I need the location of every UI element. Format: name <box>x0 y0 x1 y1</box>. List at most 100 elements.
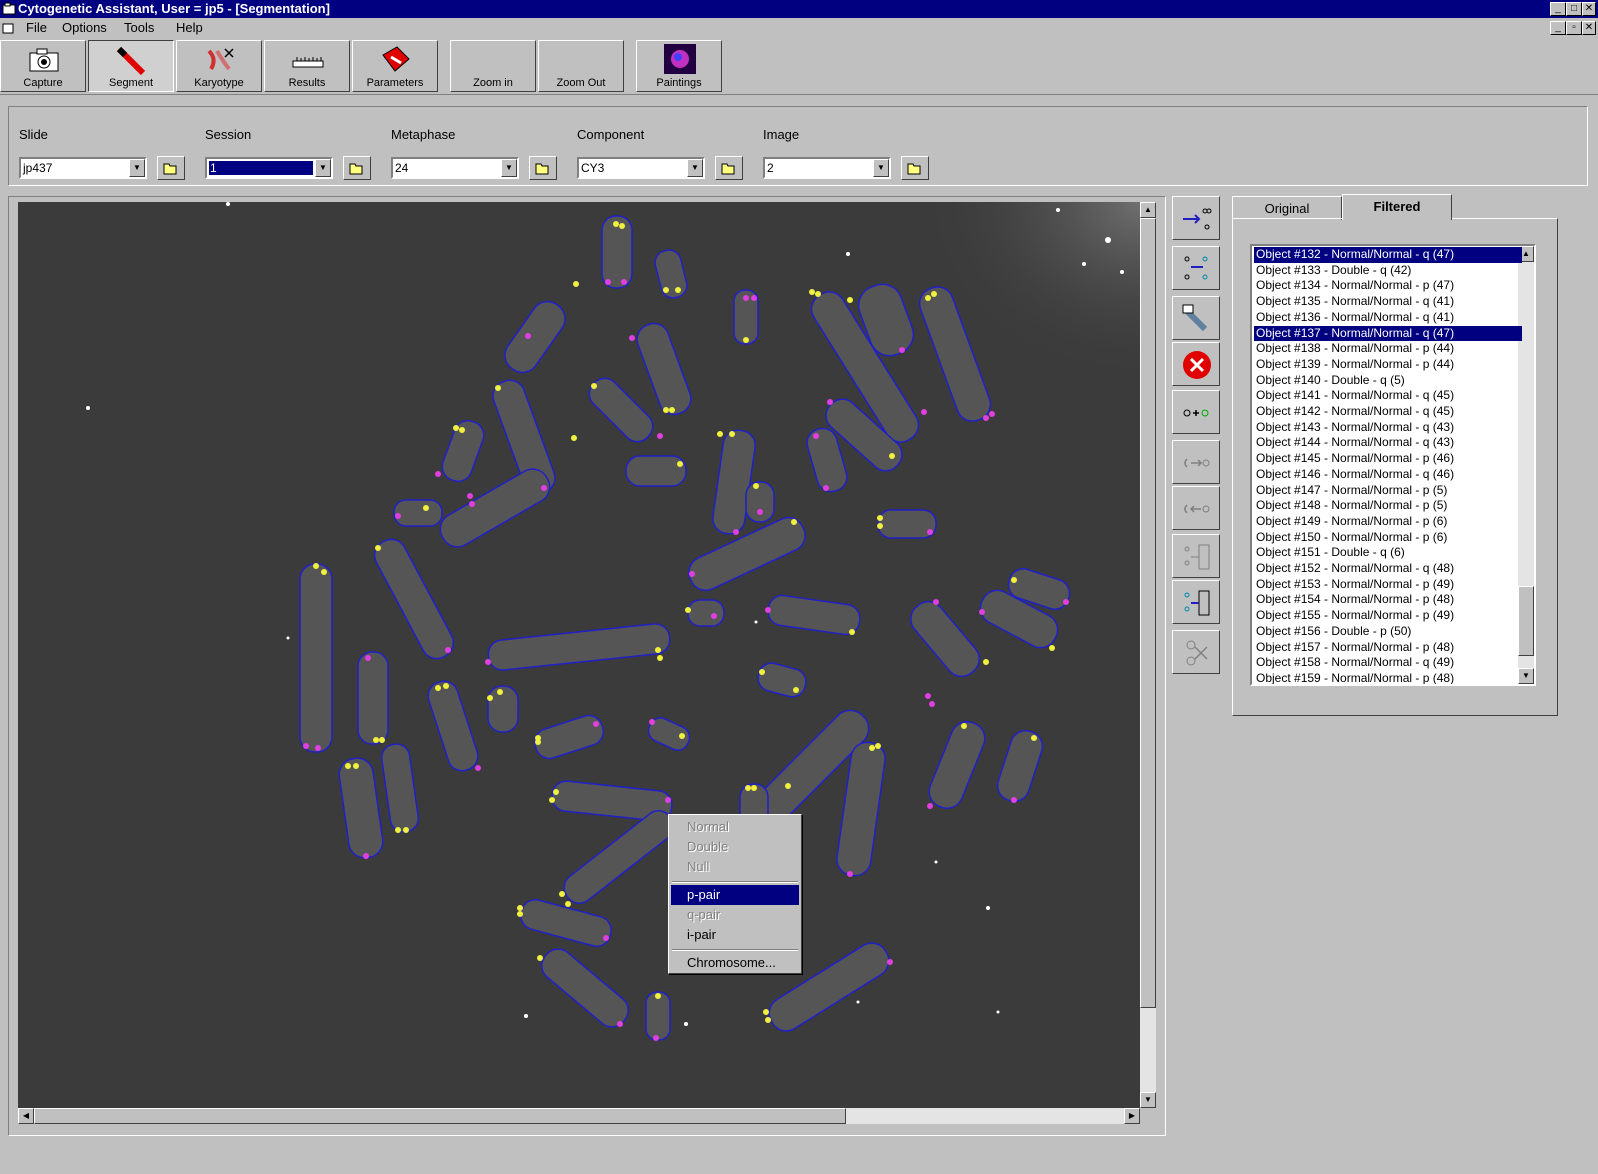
menu-item-p-pair[interactable]: p-pair <box>671 885 799 905</box>
mdi-restore-button[interactable]: ▫ <box>1566 21 1582 35</box>
minimize-button[interactable]: _ <box>1550 2 1566 16</box>
slide-select[interactable]: jp437 ▼ <box>19 157 147 179</box>
slide-value: jp437 <box>23 161 53 175</box>
chevron-down-icon[interactable]: ▼ <box>129 159 145 177</box>
list-item[interactable]: Object #158 - Normal/Normal - q (49) <box>1254 655 1522 671</box>
menu-item-double[interactable]: Double <box>671 837 799 857</box>
component-select[interactable]: CY3 ▼ <box>577 157 705 179</box>
image-vertical-scrollbar[interactable]: ▲ ▼ <box>1140 202 1156 1108</box>
chevron-down-icon[interactable]: ▼ <box>873 159 889 177</box>
scroll-up-icon[interactable]: ▲ <box>1140 202 1156 218</box>
ruler-icon <box>292 57 324 68</box>
tool-delete-button[interactable] <box>1172 342 1220 386</box>
scroll-right-icon[interactable]: ▶ <box>1124 1108 1140 1124</box>
menu-item-null[interactable]: Null <box>671 857 799 877</box>
metaphase-image[interactable] <box>18 202 1140 1108</box>
image-open-button[interactable] <box>901 156 929 180</box>
list-item[interactable]: Object #144 - Normal/Normal - q (43) <box>1254 435 1522 451</box>
list-item[interactable]: Object #146 - Normal/Normal - q (46) <box>1254 467 1522 483</box>
menu-help[interactable]: Help <box>176 20 203 35</box>
list-item[interactable]: Object #145 - Normal/Normal - p (46) <box>1254 451 1522 467</box>
chevron-down-icon[interactable]: ▼ <box>687 159 703 177</box>
folder-open-icon <box>349 163 363 175</box>
list-item[interactable]: Object #142 - Normal/Normal - q (45) <box>1254 404 1522 420</box>
list-item[interactable]: Object #156 - Double - p (50) <box>1254 624 1522 640</box>
image-select[interactable]: 2 ▼ <box>763 157 891 179</box>
list-item[interactable]: Object #140 - Double - q (5) <box>1254 373 1522 389</box>
list-item[interactable]: Object #143 - Normal/Normal - q (43) <box>1254 420 1522 436</box>
folder-open-icon <box>721 163 735 175</box>
mdi-minimize-button[interactable]: _ <box>1550 21 1566 35</box>
segment-button[interactable]: Segment <box>88 40 174 92</box>
capture-button[interactable]: Capture <box>0 40 86 92</box>
menu-tools[interactable]: Tools <box>124 20 154 35</box>
menu-item-chromosome[interactable]: Chromosome... <box>671 953 799 973</box>
menu-options[interactable]: Options <box>62 20 107 35</box>
scroll-down-icon[interactable]: ▼ <box>1140 1092 1156 1108</box>
tool-swap-right-button[interactable] <box>1172 440 1220 484</box>
component-open-button[interactable] <box>715 156 743 180</box>
menu-item-q-pair[interactable]: q-pair <box>671 905 799 925</box>
list-item[interactable]: Object #136 - Normal/Normal - q (41) <box>1254 310 1522 326</box>
vertical-scroll-thumb[interactable] <box>1140 218 1156 1008</box>
zoom-out-button[interactable]: Zoom Out <box>538 40 624 92</box>
slide-open-button[interactable] <box>157 156 185 180</box>
paintings-button[interactable]: Paintings <box>636 40 722 92</box>
karyotype-icon <box>207 48 234 71</box>
tool-brush-button[interactable] <box>1172 296 1220 340</box>
object-list[interactable]: ▲ ▼ Object #132 - Normal/Normal - q (47)… <box>1250 244 1536 686</box>
menu-item-i-pair[interactable]: i-pair <box>671 925 799 945</box>
tab-filtered[interactable]: Filtered <box>1342 194 1452 220</box>
mdi-close-button[interactable]: ✕ <box>1582 21 1596 35</box>
karyotype-button[interactable]: Karyotype <box>176 40 262 92</box>
metaphase-select[interactable]: 24 ▼ <box>391 157 519 179</box>
list-item[interactable]: Object #149 - Normal/Normal - p (6) <box>1254 514 1522 530</box>
list-item[interactable]: Object #147 - Normal/Normal - p (5) <box>1254 483 1522 499</box>
list-item[interactable]: Object #157 - Normal/Normal - p (48) <box>1254 640 1522 656</box>
session-open-button[interactable] <box>343 156 371 180</box>
tool-split-button[interactable] <box>1172 196 1220 240</box>
tool-move-in-button[interactable] <box>1172 534 1220 578</box>
close-button[interactable]: ✕ <box>1582 2 1596 16</box>
tool-move-out-button[interactable] <box>1172 580 1220 624</box>
list-item[interactable]: Object #137 - Normal/Normal - q (47) <box>1254 325 1522 342</box>
tool-add-button[interactable] <box>1172 390 1220 434</box>
session-select[interactable]: 1 ▼ <box>205 157 333 179</box>
list-item[interactable]: Object #159 - Normal/Normal - p (48) <box>1254 671 1522 684</box>
list-item[interactable]: Object #148 - Normal/Normal - p (5) <box>1254 498 1522 514</box>
list-item[interactable]: Object #154 - Normal/Normal - p (48) <box>1254 592 1522 608</box>
list-item[interactable]: Object #155 - Normal/Normal - p (49) <box>1254 608 1522 624</box>
paintings-icon <box>664 44 696 74</box>
list-item[interactable]: Object #153 - Normal/Normal - p (49) <box>1254 577 1522 593</box>
parameters-button[interactable]: Parameters <box>352 40 438 92</box>
chevron-down-icon[interactable]: ▼ <box>501 159 517 177</box>
tool-merge-button[interactable] <box>1172 246 1220 290</box>
image-horizontal-scrollbar[interactable]: ◀ ▶ <box>18 1108 1140 1124</box>
results-button[interactable]: Results <box>264 40 350 92</box>
scroll-left-icon[interactable]: ◀ <box>18 1108 34 1124</box>
maximize-button[interactable]: □ <box>1566 2 1582 16</box>
list-item[interactable]: Object #139 - Normal/Normal - p (44) <box>1254 357 1522 373</box>
move-out-icon <box>1184 590 1210 616</box>
chevron-down-icon[interactable]: ▼ <box>315 159 331 177</box>
list-item[interactable]: Object #141 - Normal/Normal - q (45) <box>1254 388 1522 404</box>
menu-item-normal[interactable]: Normal <box>671 817 799 837</box>
swap-left-icon <box>1184 504 1210 514</box>
tool-cut-button[interactable] <box>1172 630 1220 674</box>
list-item[interactable]: Object #132 - Normal/Normal - q (47) <box>1254 247 1522 263</box>
menu-file[interactable]: File <box>26 20 47 35</box>
list-item[interactable]: Object #150 - Normal/Normal - p (6) <box>1254 530 1522 546</box>
tool-swap-left-button[interactable] <box>1172 486 1220 530</box>
list-item[interactable]: Object #135 - Normal/Normal - q (41) <box>1254 294 1522 310</box>
horizontal-scroll-thumb[interactable] <box>34 1108 846 1124</box>
list-item[interactable]: Object #151 - Double - q (6) <box>1254 545 1522 561</box>
context-menu: Normal Double Null p-pair q-pair i-pair … <box>668 814 802 974</box>
list-item[interactable]: Object #134 - Normal/Normal - p (47) <box>1254 278 1522 294</box>
metaphase-open-button[interactable] <box>529 156 557 180</box>
list-item[interactable]: Object #133 - Double - q (42) <box>1254 263 1522 279</box>
move-in-icon <box>1184 544 1210 570</box>
list-item[interactable]: Object #152 - Normal/Normal - q (48) <box>1254 561 1522 577</box>
zoom-in-button[interactable]: Zoom in <box>450 40 536 92</box>
list-item[interactable]: Object #138 - Normal/Normal - p (44) <box>1254 341 1522 357</box>
tab-original[interactable]: Original <box>1232 196 1342 220</box>
